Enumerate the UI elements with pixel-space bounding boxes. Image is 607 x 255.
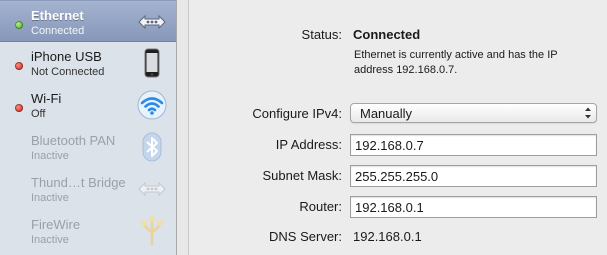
status-indicator-green [15,21,23,29]
dns-server-value: 192.168.0.1 [353,229,422,244]
router-field[interactable]: 192.168.0.1 [350,196,597,218]
service-bluetooth-pan[interactable]: Bluetooth PAN Inactive [0,126,176,168]
firewire-icon [141,216,163,245]
subnet-mask-value: 255.255.255.0 [355,169,439,184]
service-thunderbolt-bridge[interactable]: Thund…t Bridge Inactive [0,168,176,210]
status-indicator-red [15,62,23,70]
status-value: Connected [353,27,421,42]
ethernet-icon [138,14,166,30]
updown-arrows-icon [585,107,591,119]
wifi-icon [137,90,167,120]
service-name: iPhone USB [31,49,102,64]
ip-address-label: IP Address: [275,137,342,152]
status-indicator-red [15,104,23,112]
service-name: Bluetooth PAN [31,133,116,148]
configure-ipv4-value: Manually [360,106,413,121]
router-label: Router: [299,199,342,214]
service-ethernet[interactable]: Ethernet Connected [0,0,176,42]
ip-address-value: 192.168.0.7 [355,138,424,153]
subnet-mask-label: Subnet Mask: [262,168,343,183]
router-value: 192.168.0.1 [355,200,424,215]
network-service-list[interactable]: Ethernet Connected iPhone USB Not Connec… [0,0,177,255]
service-status: Inactive [31,192,69,204]
service-status: Not Connected [31,66,105,78]
service-iphone-usb[interactable]: iPhone USB Not Connected [0,42,176,84]
iphone-icon [144,48,160,78]
status-description: Ethernet is currently active and has the… [354,49,558,76]
bluetooth-icon [142,132,162,162]
service-firewire[interactable]: FireWire Inactive [0,210,176,252]
dns-server-label: DNS Server: [269,229,342,244]
status-label: Status: [301,27,342,42]
thunderbolt-bridge-icon [138,181,166,197]
service-status: Inactive [31,150,69,162]
service-status: Connected [31,25,85,37]
subnet-mask-field[interactable]: 255.255.255.0 [350,165,597,187]
service-name: Thund…t Bridge [31,175,126,190]
service-status: Inactive [31,234,69,246]
service-name: FireWire [31,217,81,232]
service-status: Off [31,108,46,120]
configure-ipv4-label: Configure IPv4: [252,106,342,121]
ip-address-field[interactable]: 192.168.0.7 [350,134,597,156]
configure-ipv4-select[interactable]: Manually [350,103,597,123]
service-name: Ethernet [31,8,84,23]
service-name: Wi-Fi [31,91,62,106]
service-wifi[interactable]: Wi-Fi Off [0,84,176,126]
